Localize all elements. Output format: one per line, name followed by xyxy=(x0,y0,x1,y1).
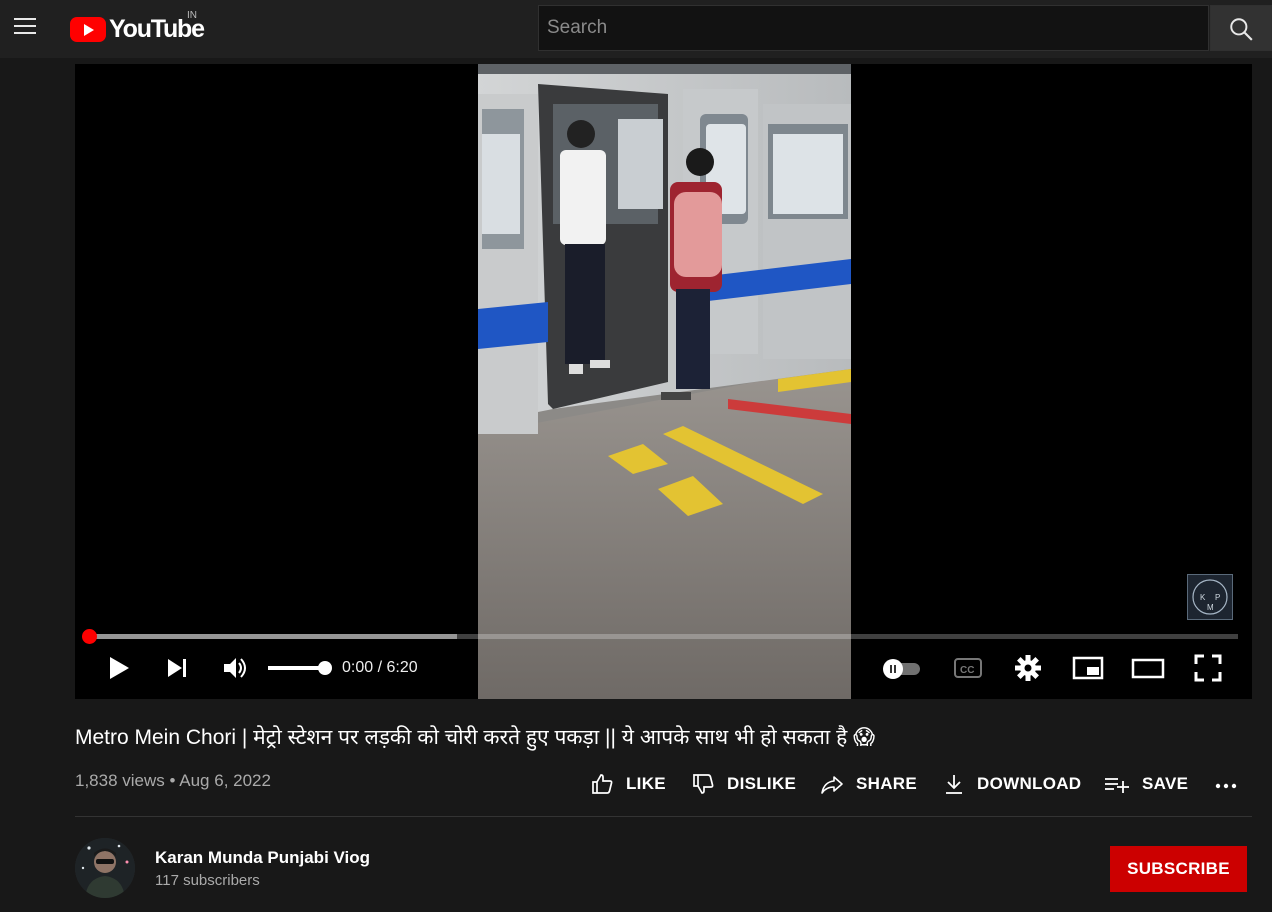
search-input[interactable] xyxy=(539,6,1208,50)
watermark-logo-icon: K P M xyxy=(1192,579,1228,615)
more-actions-button[interactable] xyxy=(1212,770,1242,800)
video-player[interactable]: K P M 0:00 / 6:20 CC xyxy=(75,64,1252,699)
miniplayer-button[interactable] xyxy=(1069,646,1107,690)
volume-slider[interactable] xyxy=(268,666,325,670)
play-button[interactable] xyxy=(105,646,135,690)
video-scene xyxy=(478,64,851,699)
watermark-letter: K xyxy=(1200,593,1206,602)
view-count: 1,838 views xyxy=(75,771,165,790)
autoplay-toggle-icon xyxy=(883,659,920,679)
play-icon xyxy=(110,657,129,679)
youtube-logo-icon xyxy=(70,17,106,42)
thumbs-up-icon xyxy=(592,774,613,794)
search-icon xyxy=(1230,18,1253,41)
video-meta: 1,838 views • Aug 6, 2022 xyxy=(75,771,271,791)
progress-bar[interactable] xyxy=(82,629,1238,644)
playlist-add-icon xyxy=(1105,778,1129,793)
download-label: DOWNLOAD xyxy=(977,774,1082,793)
next-icon xyxy=(168,659,186,677)
svg-text:CC: CC xyxy=(960,665,974,676)
autoplay-toggle[interactable] xyxy=(880,646,924,690)
menu-icon[interactable] xyxy=(14,18,36,34)
theater-mode-button[interactable] xyxy=(1129,646,1167,690)
search-box xyxy=(538,5,1209,51)
download-button[interactable]: DOWNLOAD xyxy=(943,768,1081,800)
captions-icon: CC xyxy=(954,658,982,678)
volume-slider-handle[interactable] xyxy=(318,661,332,675)
channel-watermark[interactable]: K P M xyxy=(1187,574,1233,620)
subscribe-button[interactable]: SUBSCRIBE xyxy=(1110,846,1247,892)
like-button[interactable]: LIKE xyxy=(590,768,666,800)
save-button[interactable]: SAVE xyxy=(1104,768,1188,800)
captions-button[interactable]: CC xyxy=(950,646,986,690)
scrubber-handle[interactable] xyxy=(82,629,97,644)
time-display: 0:00 / 6:20 xyxy=(342,659,418,676)
country-code: IN xyxy=(187,10,197,21)
search-button[interactable] xyxy=(1210,5,1272,51)
fullscreen-icon xyxy=(1194,654,1222,682)
channel-name[interactable]: Karan Munda Punjabi Viog xyxy=(155,848,370,868)
watermark-letter: P xyxy=(1215,593,1220,602)
next-button[interactable] xyxy=(163,646,193,690)
share-button[interactable]: SHARE xyxy=(820,768,917,800)
masthead: YouTube IN xyxy=(0,0,1272,58)
person-left xyxy=(560,120,610,374)
video-title: Metro Mein Chori | मेट्रो स्टेशन पर लड़क… xyxy=(75,726,875,749)
channel-avatar[interactable] xyxy=(75,838,135,898)
download-icon xyxy=(946,775,962,794)
meta-separator: • xyxy=(169,771,176,790)
theater-icon xyxy=(1131,658,1165,679)
volume-icon xyxy=(224,658,246,678)
share-icon xyxy=(821,776,843,794)
dislike-button[interactable]: DISLIKE xyxy=(691,768,796,800)
thumbs-down-icon xyxy=(693,774,714,794)
divider xyxy=(75,816,1252,817)
subscriber-count: 117 subscribers xyxy=(155,872,260,889)
share-label: SHARE xyxy=(856,774,918,793)
save-label: SAVE xyxy=(1142,774,1189,793)
watermark-letter: M xyxy=(1207,603,1214,612)
buffered-bar xyxy=(90,634,458,639)
video-frame[interactable] xyxy=(478,64,851,699)
mute-button[interactable] xyxy=(220,646,250,690)
avatar-image xyxy=(75,838,135,898)
dislike-label: DISLIKE xyxy=(727,774,797,793)
more-icon xyxy=(1215,783,1237,789)
like-label: LIKE xyxy=(626,774,666,793)
miniplayer-icon xyxy=(1072,656,1104,680)
settings-icon xyxy=(1015,655,1041,681)
upload-date: Aug 6, 2022 xyxy=(179,771,271,790)
fullscreen-button[interactable] xyxy=(1190,646,1226,690)
settings-button[interactable] xyxy=(1010,646,1046,690)
